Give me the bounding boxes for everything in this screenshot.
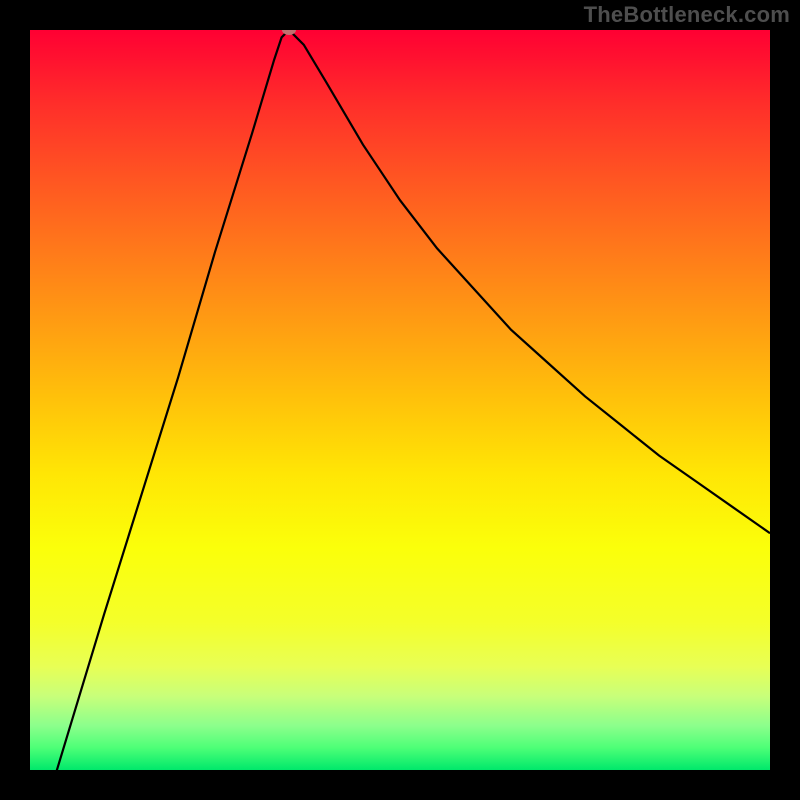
bottleneck-curve (30, 30, 770, 770)
plot-area (30, 30, 770, 770)
watermark-text: TheBottleneck.com (584, 2, 790, 28)
chart-frame: TheBottleneck.com (0, 0, 800, 800)
